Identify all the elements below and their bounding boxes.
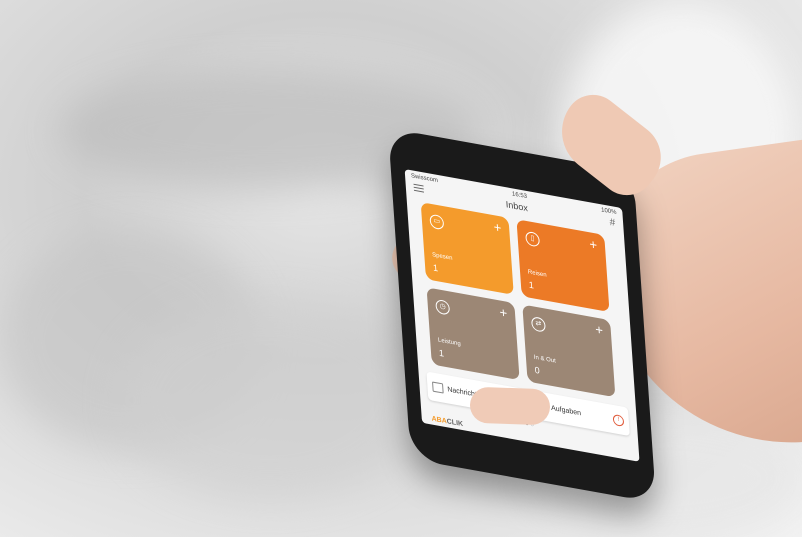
in-out-icon: ⇄: [530, 316, 546, 333]
add-icon[interactable]: +: [589, 236, 598, 253]
tasks-label: Aufgaben: [550, 404, 582, 417]
brand-part-2: CLIK: [446, 418, 464, 429]
tile-count: 1: [528, 279, 535, 291]
tile-count: 0: [534, 364, 541, 376]
tile-spesen[interactable]: ▭ + Spesen 1: [420, 202, 514, 295]
tile-label: Spesen: [432, 252, 453, 262]
background-blur: [120, 300, 420, 500]
page-title: Inbox: [505, 198, 529, 213]
tile-in-out[interactable]: ⇄ + In & Out 0: [522, 304, 616, 398]
tile-reisen[interactable]: ▯ + Reisen 1: [516, 219, 610, 313]
finger: [469, 386, 551, 426]
tile-leistung[interactable]: ◷ + Leistung 1: [426, 287, 520, 381]
brand-part-1: ABA: [431, 415, 448, 426]
add-icon[interactable]: +: [499, 304, 508, 321]
tile-label: In & Out: [533, 354, 557, 365]
add-icon[interactable]: +: [493, 219, 502, 236]
message-icon: [432, 381, 444, 394]
hamburger-icon[interactable]: [413, 183, 424, 193]
luggage-icon: ▯: [525, 230, 541, 248]
tile-label: Leistung: [437, 337, 461, 348]
tile-count: 1: [432, 262, 439, 274]
tile-label: Reisen: [527, 269, 547, 279]
grid-icon[interactable]: #: [609, 217, 615, 229]
receipt-icon: ▭: [429, 213, 445, 231]
add-icon[interactable]: +: [595, 321, 604, 338]
clock-icon: ◷: [435, 298, 451, 316]
tile-count: 1: [438, 347, 445, 359]
alert-icon: !: [612, 413, 625, 427]
